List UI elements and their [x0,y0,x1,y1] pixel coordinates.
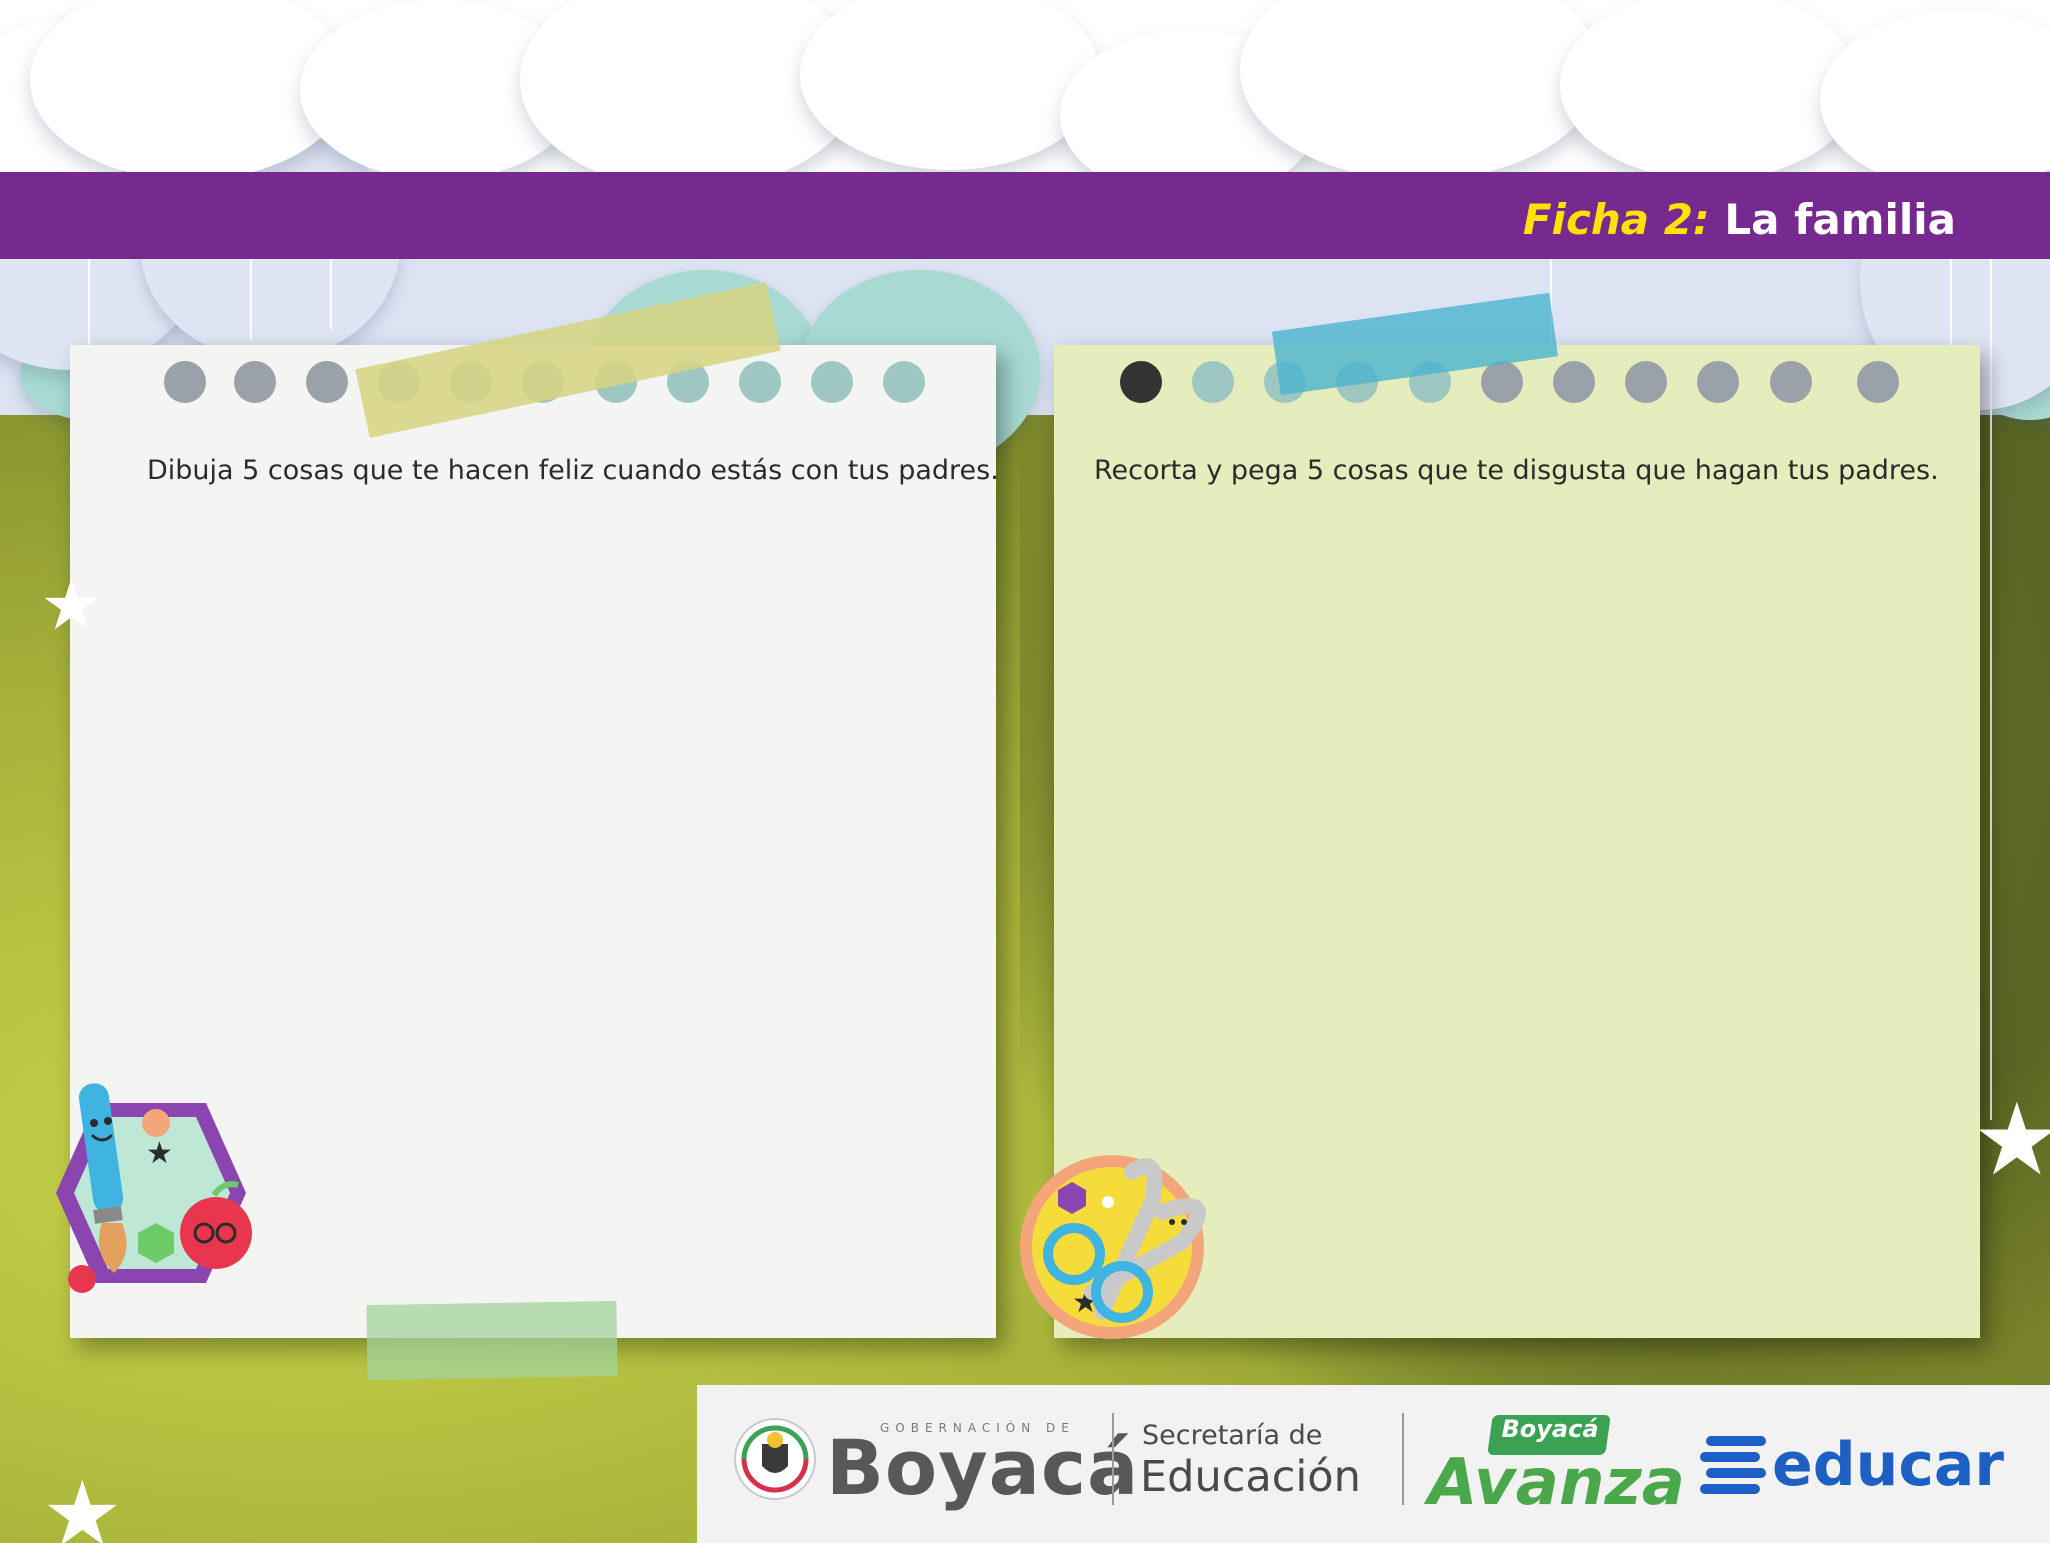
ficha-label: Ficha 2: [1522,195,1710,244]
hanging-string [1990,240,1992,1120]
worksheet-title: Ficha 2: La familia [1523,190,1956,250]
left-instruction: Dibuja 5 cosas que te hacen feliz cuando… [147,455,999,486]
binder-hole [1625,361,1667,403]
binder-hole [1857,361,1899,403]
cloud [800,0,1100,170]
star-icon: ★ [1972,1081,2050,1198]
ficha-title: La familia [1724,195,1956,244]
right-instruction: Recorta y pega 5 cosas que te disgusta q… [1094,455,1939,486]
educar-books-icon [1700,1436,1766,1494]
cloud [1560,0,1860,180]
star-icon: ★ [42,1462,123,1567]
secretaria-line-1: Secretaría de [1142,1420,1323,1451]
binder-hole [234,361,276,403]
binder-hole [811,361,853,403]
binder-hole [1553,361,1595,403]
boyaca-coat-of-arms-logo [734,1418,816,1500]
scissors-sticker: ★ [1020,1155,1206,1339]
secretaria-line-2: Educación [1140,1452,1361,1502]
logo-separator [1112,1413,1114,1505]
binder-hole [164,361,206,403]
educar-logo-text: educar [1772,1430,2005,1500]
boyaca-logo-text: Boyacá [826,1423,1140,1512]
svg-text:★: ★ [146,1136,173,1171]
binder-hole [739,361,781,403]
star-icon: ★ [40,564,103,646]
binder-hole [883,361,925,403]
avanza-logo-text: Avanza [1428,1446,1685,1520]
binder-hole [1120,361,1162,403]
paintbrush-and-apple-sticker: ★ [56,1083,252,1293]
binder-hole [1481,361,1523,403]
binder-hole [1770,361,1812,403]
logo-separator [1402,1413,1404,1505]
binder-hole [306,361,348,403]
avanza-badge-label: Boyacá [1501,1415,1599,1443]
binder-hole [1192,361,1234,403]
green-tape [366,1300,618,1381]
binder-hole [1697,361,1739,403]
